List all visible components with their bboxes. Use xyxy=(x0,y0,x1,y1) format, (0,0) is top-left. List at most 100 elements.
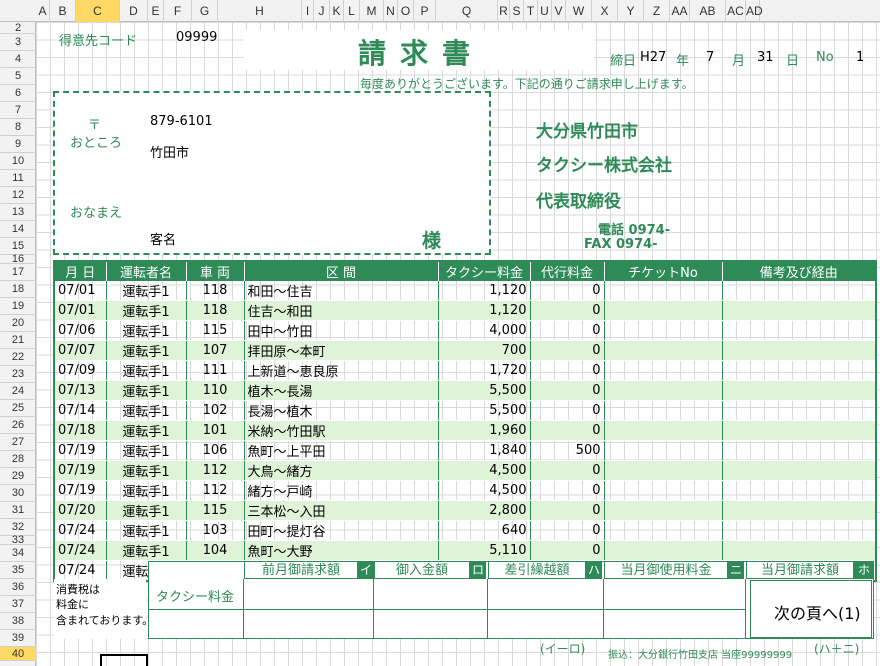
table-cell[interactable]: 運転手1 xyxy=(106,500,187,521)
table-cell[interactable] xyxy=(604,480,723,501)
row-header-26[interactable]: 26 xyxy=(0,417,36,434)
table-cell[interactable]: 07/24 xyxy=(54,560,107,582)
table-cell[interactable]: 1,120 xyxy=(438,281,531,301)
column-header-J[interactable]: J xyxy=(314,0,330,22)
table-cell[interactable]: 640 xyxy=(438,520,531,541)
table-cell[interactable]: 700 xyxy=(438,340,531,361)
table-cell[interactable]: 118 xyxy=(186,281,245,301)
table-cell[interactable]: 07/01 xyxy=(54,300,107,321)
table-cell[interactable]: 1,720 xyxy=(438,360,531,381)
row-header-18[interactable]: 18 xyxy=(0,281,36,298)
column-header-G[interactable]: G xyxy=(192,0,218,22)
table-cell[interactable]: 0 xyxy=(530,540,605,561)
table-cell[interactable]: 田町～提灯谷 xyxy=(244,520,439,541)
row-header-36[interactable]: 36 xyxy=(0,579,36,596)
table-cell[interactable]: 07/24 xyxy=(54,520,107,541)
client-code-value[interactable]: 09999 xyxy=(176,30,217,45)
table-cell[interactable] xyxy=(722,380,877,401)
column-header-V[interactable]: V xyxy=(552,0,566,22)
day-value[interactable]: 31 xyxy=(757,50,774,65)
table-cell[interactable]: 07/18 xyxy=(54,420,107,441)
table-cell[interactable] xyxy=(722,500,877,521)
table-row[interactable]: 07/19 運転手1 106 魚町～上平田 1,840 500 xyxy=(54,440,877,461)
table-cell[interactable] xyxy=(722,400,877,421)
name-value[interactable]: 客名 xyxy=(150,229,176,248)
table-cell[interactable]: 101 xyxy=(186,420,245,441)
table-cell[interactable]: 07/19 xyxy=(54,440,107,461)
table-cell[interactable]: 0 xyxy=(530,300,605,321)
column-header-S[interactable]: S xyxy=(510,0,524,22)
table-cell[interactable]: 田中～竹田 xyxy=(244,320,439,341)
postal-code[interactable]: 879-6101 xyxy=(150,114,213,129)
table-row[interactable]: 07/01 運転手1 118 和田～住吉 1,120 0 xyxy=(54,281,877,301)
table-cell[interactable]: 2,800 xyxy=(438,500,531,521)
table-cell[interactable]: 0 xyxy=(530,340,605,361)
table-cell[interactable]: 07/13 xyxy=(54,380,107,401)
table-cell[interactable]: 07/19 xyxy=(54,460,107,481)
table-row[interactable]: 07/24 運転手1 103 田町～提灯谷 640 0 xyxy=(54,520,877,541)
table-cell[interactable] xyxy=(604,400,723,421)
table-cell[interactable]: 1,960 xyxy=(438,420,531,441)
table-cell[interactable]: 運転手1 xyxy=(106,300,187,321)
table-cell[interactable]: 運転手1 xyxy=(106,460,187,481)
table-cell[interactable]: 07/24 xyxy=(54,540,107,561)
table-cell[interactable]: 115 xyxy=(186,500,245,521)
table-cell[interactable] xyxy=(722,440,877,461)
row-header-23[interactable]: 23 xyxy=(0,366,36,383)
column-header-M[interactable]: M xyxy=(360,0,384,22)
table-cell[interactable] xyxy=(604,460,723,481)
table-cell[interactable]: 112 xyxy=(186,480,245,501)
table-row[interactable]: 07/01 運転手1 118 住吉～和田 1,120 0 xyxy=(54,300,877,321)
table-cell[interactable]: 0 xyxy=(530,520,605,541)
column-header-Y[interactable]: Y xyxy=(618,0,644,22)
table-cell[interactable] xyxy=(722,540,877,561)
table-cell[interactable] xyxy=(604,420,723,441)
table-cell[interactable] xyxy=(722,420,877,441)
table-cell[interactable]: 07/07 xyxy=(54,340,107,361)
table-cell[interactable]: 緒方～戸崎 xyxy=(244,480,439,501)
row-header-4[interactable]: 4 xyxy=(0,51,36,68)
column-header-L[interactable]: L xyxy=(344,0,360,22)
column-header-Z[interactable]: Z xyxy=(644,0,670,22)
row-header-37[interactable]: 37 xyxy=(0,596,36,613)
table-row[interactable]: 07/19 運転手1 112 緒方～戸崎 4,500 0 xyxy=(54,480,877,501)
table-cell[interactable]: 112 xyxy=(186,460,245,481)
table-cell[interactable] xyxy=(604,440,723,461)
table-cell[interactable]: 5,500 xyxy=(438,380,531,401)
row-header-7[interactable]: 7 xyxy=(0,102,36,119)
table-cell[interactable]: 魚町～大野 xyxy=(244,540,439,561)
column-header-I[interactable]: I xyxy=(302,0,314,22)
column-header-AD[interactable]: AD xyxy=(746,0,763,22)
table-cell[interactable]: 07/01 xyxy=(54,281,107,301)
table-row[interactable]: 07/24 運転手1 104 魚町～大野 5,110 0 xyxy=(54,540,877,561)
table-cell[interactable]: 111 xyxy=(186,360,245,381)
table-cell[interactable]: 104 xyxy=(186,540,245,561)
row-header-31[interactable]: 31 xyxy=(0,502,36,519)
table-cell[interactable]: 和田～住吉 xyxy=(244,281,439,301)
row-header-25[interactable]: 25 xyxy=(0,400,36,417)
table-cell[interactable]: 4,500 xyxy=(438,460,531,481)
table-cell[interactable]: 0 xyxy=(530,420,605,441)
row-header-2[interactable]: 2 xyxy=(0,22,36,34)
row-header-40[interactable]: 40 xyxy=(0,647,36,661)
table-cell[interactable]: 魚町～上平田 xyxy=(244,440,439,461)
table-row[interactable]: 07/09 運転手1 111 上新道～恵良原 1,720 0 xyxy=(54,360,877,381)
table-cell[interactable]: 運転手1 xyxy=(106,360,187,381)
table-cell[interactable]: 107 xyxy=(186,340,245,361)
table-cell[interactable]: 0 xyxy=(530,460,605,481)
table-cell[interactable]: 住吉～和田 xyxy=(244,300,439,321)
table-cell[interactable]: 運転手1 xyxy=(106,380,187,401)
row-header-35[interactable]: 35 xyxy=(0,562,36,579)
table-cell[interactable]: 07/19 xyxy=(54,480,107,501)
column-header-K[interactable]: K xyxy=(330,0,344,22)
table-cell[interactable] xyxy=(604,300,723,321)
table-cell[interactable] xyxy=(722,520,877,541)
table-cell[interactable]: 0 xyxy=(530,400,605,421)
row-header-13[interactable]: 13 xyxy=(0,204,36,221)
table-cell[interactable]: 07/09 xyxy=(54,360,107,381)
column-header-B[interactable]: B xyxy=(50,0,76,22)
column-header-O[interactable]: O xyxy=(398,0,414,22)
column-header-H[interactable]: H xyxy=(218,0,302,22)
table-cell[interactable]: 0 xyxy=(530,380,605,401)
table-cell[interactable]: 0 xyxy=(530,500,605,521)
